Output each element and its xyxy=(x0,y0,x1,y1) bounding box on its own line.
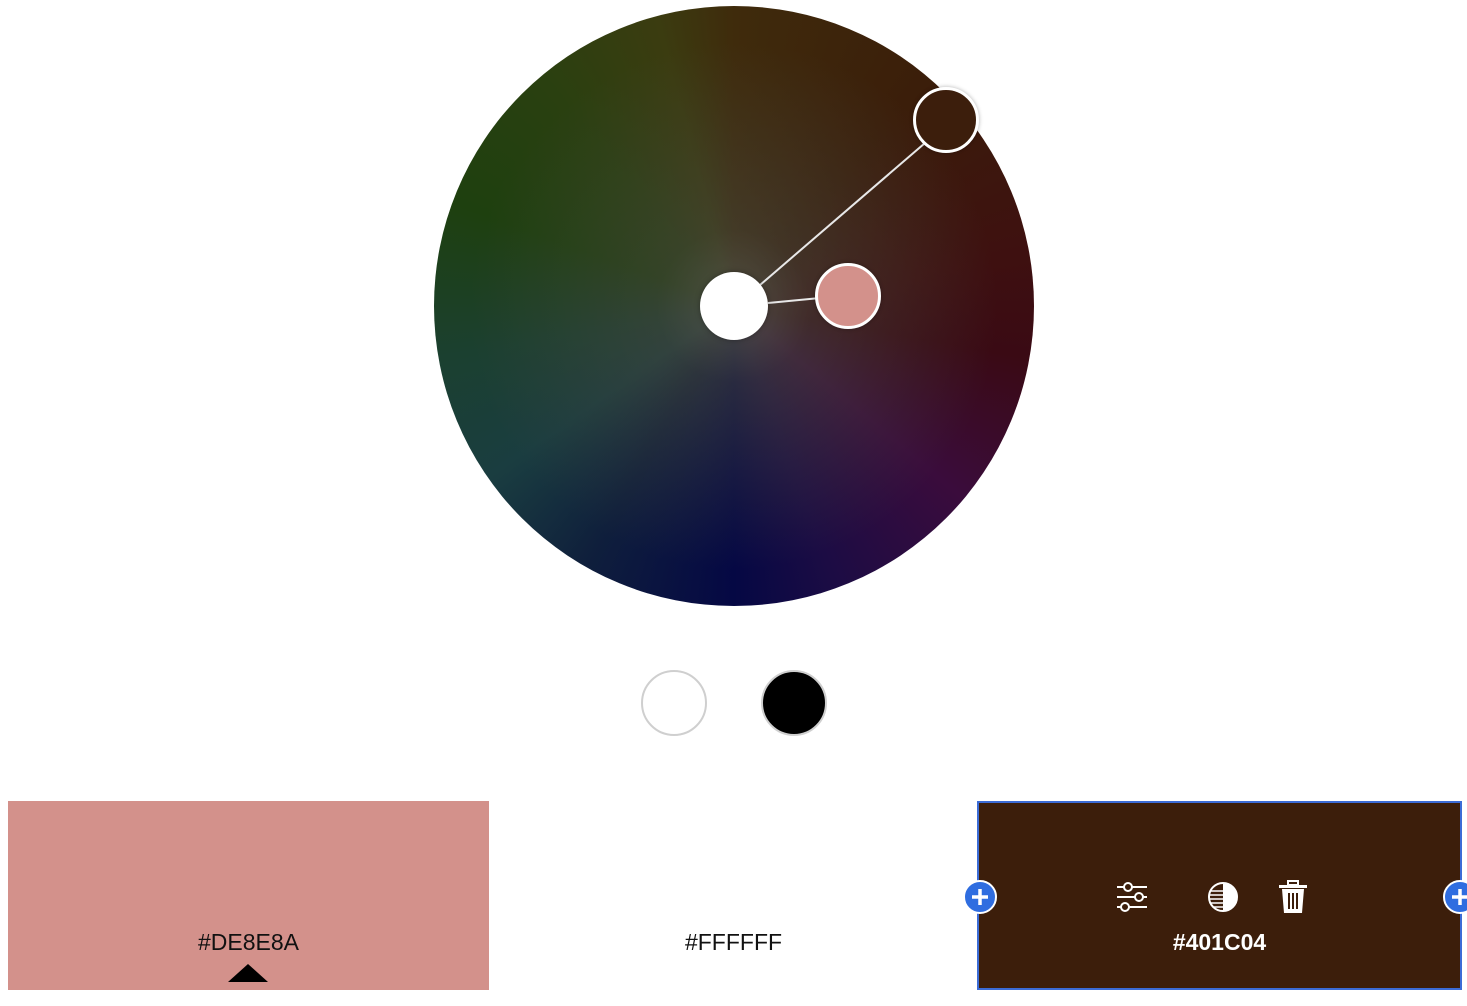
active-swatch-indicator xyxy=(228,964,268,982)
palette-swatch-2[interactable]: #FFFFFF xyxy=(493,801,974,990)
preset-black-swatch[interactable] xyxy=(761,670,827,736)
add-color-button-right[interactable] xyxy=(1443,880,1467,914)
color-wheel-editor: #DE8E8A #FFFFFF #401C04 xyxy=(0,0,1467,1006)
plus-icon xyxy=(1452,889,1467,905)
wheel-center-handle[interactable] xyxy=(700,272,768,340)
palette-swatch-1[interactable]: #DE8E8A xyxy=(8,801,489,990)
wheel-handle-selected[interactable] xyxy=(815,263,881,329)
sliders-icon[interactable] xyxy=(1114,879,1150,915)
add-color-button-left[interactable] xyxy=(963,880,997,914)
plus-icon xyxy=(972,889,988,905)
swatch-hex-label[interactable]: #DE8E8A xyxy=(8,929,489,956)
swatch-hex-label[interactable]: #FFFFFF xyxy=(493,929,974,956)
palette-swatch-3[interactable]: #401C04 xyxy=(977,801,1462,990)
contrast-icon[interactable] xyxy=(1205,879,1241,915)
trash-icon[interactable] xyxy=(1275,879,1311,915)
preset-white-swatch[interactable] xyxy=(641,670,707,736)
wheel-handle-complement[interactable] xyxy=(913,87,979,153)
swatch-hex-label[interactable]: #401C04 xyxy=(979,929,1460,956)
